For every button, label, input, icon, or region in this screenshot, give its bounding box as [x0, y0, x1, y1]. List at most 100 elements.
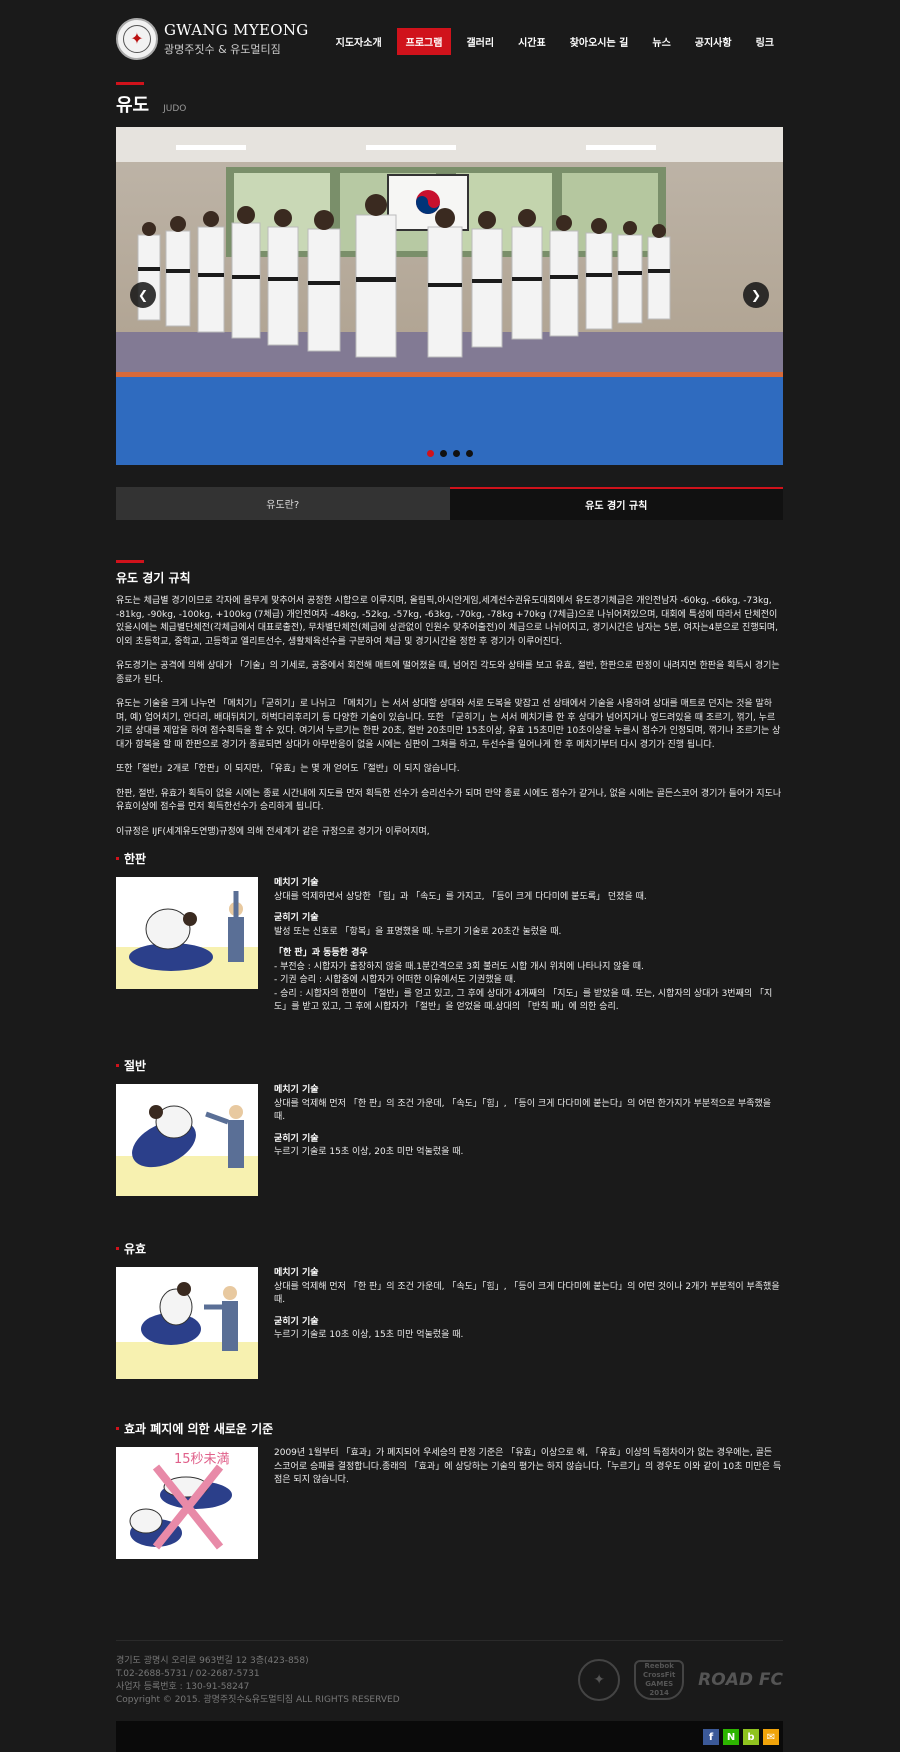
logo-emblem-icon: ✦: [116, 18, 158, 60]
technique-description: 누르기 기술로 15초 이상, 20초 미만 억눌렀을 때.: [274, 1147, 464, 1157]
illustration-caption: 15秒未満: [174, 1452, 230, 1467]
section-accent-bar: [116, 560, 144, 563]
technique-description: - 승리 : 시합자의 한편이 「절반」를 얻고 있고, 그 후에 상대가 4개…: [274, 988, 773, 1013]
page-heading: 유도 JUDO: [116, 82, 783, 117]
rules-section: 유도 경기 규칙 유도는 체급별 경기이므로 각자에 몸무게 맞추어서 공정한 …: [116, 560, 783, 839]
score-title-text: 절반: [124, 1059, 147, 1073]
crossfit-games-logo: Reebok CrossFit GAMES 2014: [634, 1660, 685, 1700]
slider-dots: [116, 450, 783, 457]
score-title-text: 효과 폐지에 의한 새로운 기준: [124, 1422, 274, 1436]
score-body: 15秒未満 2009년 1월부터 「효과」가 폐지되어 우세승의 판정 기준은 「…: [116, 1447, 783, 1559]
rules-paragraph: 유도는 체급별 경기이므로 각자에 몸무게 맞추어서 공정한 시합으로 이루지며…: [116, 596, 779, 647]
score-section-2: 유효메치기 기술상대를 억제해 먼저 「한 판」의 조건 가운데, 「속도」「힘…: [116, 1240, 783, 1379]
page-subtitle: JUDO: [163, 104, 187, 114]
score-description: 2009년 1월부터 「효과」가 폐지되어 우세승의 판정 기준은 「유효」이상…: [274, 1447, 783, 1559]
score-description: 메치기 기술상대를 억제해 먼저 「한 판」의 조건 가운데, 「속도」「힘」,…: [274, 1267, 783, 1379]
nav-item-4[interactable]: 찾아오시는 길: [561, 28, 638, 55]
rules-paragraph: 유도경기는 공격에 의해 상대가 「기술」의 기세로, 공중에서 회전해 매트에…: [116, 661, 780, 685]
nav-item-0[interactable]: 지도자소개: [327, 28, 391, 55]
score-title: 유효: [116, 1240, 783, 1257]
score-body: 메치기 기술상대를 억제하면서 상당한 「힘」과 「속도」를 가지고, 「등이 …: [116, 877, 783, 1015]
slider-dot[interactable]: [452, 450, 460, 457]
nav-item-5[interactable]: 뉴스: [643, 28, 679, 55]
technique-heading: 메치기 기술: [274, 878, 319, 888]
page-title: 유도: [116, 95, 150, 116]
technique-description: 상대를 억제하면서 상당한 「힘」과 「속도」를 가지고, 「등이 크게 다다미…: [274, 891, 647, 902]
nav-item-7[interactable]: 링크: [747, 28, 783, 55]
technique-heading: 굳히기 기술: [274, 913, 319, 923]
technique-heading: 굳히기 기술: [274, 1133, 319, 1144]
technique-heading: 「한 판」과 동등한 경우: [274, 948, 368, 958]
slider-photo: [116, 127, 783, 465]
judo-illustration: [116, 891, 258, 989]
technique-description: 2009년 1월부터 「효과」가 폐지되어 우세승의 판정 기준은 「유효」이상…: [274, 1448, 782, 1485]
rules-paragraph: 유도는 기술을 크게 나누면 「메치기」「굳히기」로 나뉘고 「메치기」는 서서…: [116, 699, 781, 750]
bullet-square-icon: [116, 857, 119, 860]
score-body: 메치기 기술상대를 억제해 먼저 「한 판」의 조건 가운데, 「속도」「힘」,…: [116, 1084, 783, 1196]
technique-description: 상대를 억제해 먼저 「한 판」의 조건 가운데, 「속도」「힘」, 「등이 크…: [274, 1281, 780, 1306]
technique-description: 누르기 기술로 10초 이상, 15초 미만 억눌렀을 때.: [274, 1330, 464, 1340]
rules-paragraph: 이규정은 IJF(세계유도연맹)규정에 의해 전세계가 같은 규정으로 경기가 …: [116, 826, 430, 837]
logo-subtitle: 광명주짓수 & 유도멀티짐: [164, 43, 281, 56]
sponsor-logos: ✦ Reebok CrossFit GAMES 2014 ROAD FC: [578, 1659, 783, 1701]
slider-next-button[interactable]: ❯: [743, 282, 769, 308]
bullet-square-icon: [116, 1247, 119, 1250]
score-description: 메치기 기술상대를 억제하면서 상당한 「힘」과 「속도」를 가지고, 「등이 …: [274, 877, 783, 1015]
score-section-3: 효과 폐지에 의한 새로운 기준 15秒未満 2009년 1월부터 「효과」가 폐지…: [116, 1420, 783, 1559]
score-title-text: 유효: [124, 1242, 147, 1256]
image-slider[interactable]: ❮ ❯: [116, 127, 783, 465]
score-section-0: 한판메치기 기술상대를 억제하면서 상당한 「힘」과 「속도」를 가지고, 「등…: [116, 850, 783, 1015]
illustration-frame: 15秒未満: [116, 1447, 258, 1559]
slider-dot[interactable]: [426, 450, 434, 457]
slider-prev-button[interactable]: ❮: [130, 282, 156, 308]
score-title: 효과 폐지에 의한 새로운 기준: [116, 1420, 783, 1437]
rules-paragraph: 또한「절반」2개로「한판」이 되지만, 「유효」는 몇 개 얻어도「절반」이 되…: [116, 764, 460, 774]
mail-icon[interactable]: ✉: [763, 1729, 779, 1745]
logo-title: GWANG MYEONG: [164, 21, 309, 39]
technique-description: 상대를 억제해 먼저 「한 판」의 조건 가운데, 「속도」「힘」, 「등이 크…: [274, 1098, 772, 1123]
tab-1[interactable]: 유도 경기 규칙: [449, 487, 783, 520]
gym-emblem-icon: ✦: [578, 1659, 621, 1701]
tab-0[interactable]: 유도란?: [116, 487, 450, 520]
crossfit-year: 2014: [649, 1689, 669, 1697]
slider-dot[interactable]: [439, 450, 447, 457]
judo-illustration: [116, 1105, 258, 1196]
heading-accent-bar: [116, 82, 144, 85]
nav-item-6[interactable]: 공지사항: [686, 28, 741, 55]
bullet-square-icon: [116, 1427, 119, 1430]
naver-icon[interactable]: N: [723, 1729, 739, 1745]
crossfit-label: CrossFit GAMES: [643, 1671, 676, 1688]
score-title: 절반: [116, 1057, 783, 1074]
rules-paragraph: 한판, 절반, 유효가 획득이 없을 시에는 종료 시간내에 지도를 먼저 획득…: [116, 788, 782, 813]
judo-illustration: [116, 1282, 258, 1379]
technique-heading: 굳히기 기술: [274, 1316, 319, 1327]
bullet-square-icon: [116, 1064, 119, 1067]
score-body: 메치기 기술상대를 억제해 먼저 「한 판」의 조건 가운데, 「속도」「힘」,…: [116, 1267, 783, 1379]
chevron-right-icon: ❯: [750, 288, 762, 302]
technique-description: - 부전승 : 시합자가 출장하지 않을 때.1분간격으로 3회 불러도 시합 …: [274, 961, 644, 972]
site-logo[interactable]: ✦ GWANG MYEONG 광명주짓수 & 유도멀티짐: [116, 18, 309, 60]
content-tabs: 유도란? 유도 경기 규칙: [116, 487, 783, 520]
site-header: ✦ GWANG MYEONG 광명주짓수 & 유도멀티짐 지도자소개 프로그램 갤러…: [116, 0, 783, 70]
social-links: f Nb ✉: [699, 1729, 779, 1745]
bottom-bar: f Nb ✉: [116, 1721, 783, 1752]
blog-icon[interactable]: b: [743, 1729, 759, 1745]
slider-dot[interactable]: [465, 450, 473, 457]
rules-title: 유도 경기 규칙: [116, 571, 191, 585]
illustration-frame: [116, 1267, 258, 1379]
nav-item-1[interactable]: 프로그램: [396, 28, 452, 55]
score-description: 메치기 기술상대를 억제해 먼저 「한 판」의 조건 가운데, 「속도」「힘」,…: [274, 1084, 783, 1196]
facebook-icon[interactable]: f: [703, 1729, 719, 1745]
technique-heading: 메치기 기술: [274, 1268, 319, 1278]
illustration-frame: [116, 877, 258, 989]
judo-illustration: 15秒未満: [129, 1452, 232, 1550]
score-title-text: 한판: [124, 852, 147, 866]
main-nav: 지도자소개 프로그램 갤러리 시간표 찾아오시는 길 뉴스 공지사항 링크: [321, 28, 783, 55]
site-footer: 경기도 광명시 오리로 963번길 12 3층(423-858) T.02-268…: [116, 1640, 783, 1720]
nav-item-3[interactable]: 시간표: [509, 28, 555, 55]
score-title: 한판: [116, 850, 783, 867]
technique-heading: 메치기 기술: [274, 1085, 319, 1095]
score-section-1: 절반메치기 기술상대를 억제해 먼저 「한 판」의 조건 가운데, 「속도」「힘…: [116, 1057, 783, 1196]
nav-item-2[interactable]: 갤러리: [457, 28, 503, 55]
technique-description: 발성 또는 신호로 「항복」을 표명했을 때. 누르기 기술로 20초간 눌렀을…: [274, 926, 562, 937]
